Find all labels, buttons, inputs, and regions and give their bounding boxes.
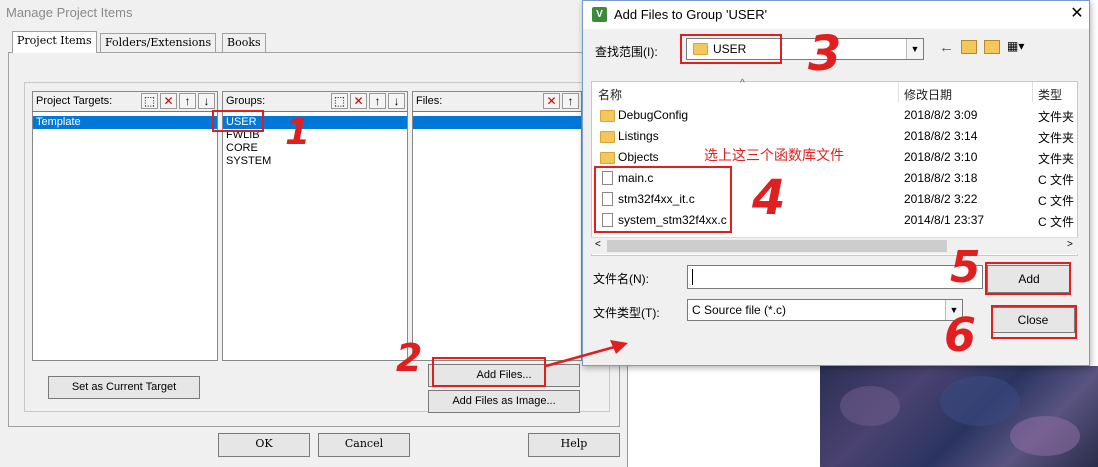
annotation-box-add (985, 262, 1071, 295)
ok-button[interactable]: OK (218, 433, 310, 457)
annotation-step-6: 6 (944, 308, 977, 362)
list-item[interactable] (413, 116, 581, 129)
cancel-button[interactable]: Cancel (318, 433, 410, 457)
file-date: 2018/8/2 3:18 (904, 171, 978, 185)
new-folder-icon[interactable] (984, 40, 1000, 54)
new-target-icon[interactable]: ⬚ (141, 93, 158, 109)
annotation-step-4: 4 (752, 170, 786, 226)
annotation-step-5: 5 (950, 242, 981, 293)
tab-project-items[interactable]: Project Items (12, 31, 97, 53)
list-item[interactable]: CORE (223, 142, 407, 155)
chevron-down-icon[interactable]: ▼ (906, 39, 923, 59)
move-down-icon[interactable]: ↓ (198, 93, 215, 109)
annotation-step-2: 2 (396, 336, 423, 380)
filename-label: 文件名(N): (593, 272, 649, 286)
file-type: 文件夹 (1038, 152, 1075, 166)
scrollbar-thumb[interactable] (607, 240, 947, 252)
project-targets-label: Project Targets: (36, 95, 113, 107)
list-item[interactable]: Template (33, 116, 217, 129)
file-type: 文件夹 (1038, 131, 1075, 145)
file-row[interactable]: DebugConfig 2018/8/2 3:09 文件夹 (592, 105, 1077, 126)
delete-group-icon[interactable]: ✕ (350, 93, 367, 109)
file-name: DebugConfig (618, 108, 689, 122)
file-type: C 文件 (1038, 173, 1075, 187)
filetype-label: 文件类型(T): (593, 306, 660, 320)
annotation-step-3: 3 (808, 26, 842, 82)
up-folder-icon[interactable] (961, 40, 977, 54)
folder-icon (600, 152, 615, 164)
move-down-icon[interactable]: ↓ (388, 93, 405, 109)
groups-header: Groups: ⬚ ✕ ↑ ↓ (222, 91, 408, 111)
back-icon[interactable]: ← (939, 39, 954, 56)
filetype-value: C Source file (*.c) (692, 303, 787, 317)
annotation-box-add-files (432, 357, 546, 387)
dialog-title: Add Files to Group 'USER' (614, 7, 768, 22)
delete-target-icon[interactable]: ✕ (160, 93, 177, 109)
delete-file-icon[interactable]: ✕ (543, 93, 560, 109)
look-in-label: 查找范围(I): (595, 45, 658, 59)
help-button[interactable]: Help (528, 433, 620, 457)
annotation-box-c-files (594, 166, 732, 233)
folder-icon (600, 110, 615, 122)
tab-folders-extensions[interactable]: Folders/Extensions (100, 33, 217, 53)
annotation-step-1: 1 (285, 112, 311, 153)
project-targets-list[interactable]: Template (32, 111, 218, 361)
file-type: C 文件 (1038, 215, 1075, 229)
file-date: 2018/8/2 3:22 (904, 192, 978, 206)
groups-label: Groups: (226, 95, 266, 107)
file-name: Listings (618, 129, 659, 143)
file-date: 2014/8/1 23:37 (904, 213, 985, 227)
file-date: 2018/8/2 3:09 (904, 108, 978, 122)
file-name: Objects (618, 150, 659, 164)
annotation-note: 选上这三个函数库文件 (704, 147, 844, 163)
set-current-target-button[interactable]: Set as Current Target (48, 376, 200, 399)
files-list[interactable] (412, 111, 582, 361)
files-label: Files: (416, 95, 443, 107)
add-files-as-image-button[interactable]: Add Files as Image... (428, 390, 580, 413)
project-targets-header: Project Targets: ⬚ ✕ ↑ ↓ (32, 91, 218, 111)
file-type: C 文件 (1038, 194, 1075, 208)
move-up-icon[interactable]: ↑ (179, 93, 196, 109)
annotation-arrow-icon (545, 340, 628, 368)
annotation-box-user-folder (680, 34, 782, 64)
column-modified[interactable]: 修改日期 (904, 86, 952, 103)
file-date: 2018/8/2 3:14 (904, 129, 978, 143)
scroll-left-icon[interactable]: < (595, 239, 601, 250)
column-type[interactable]: 类型 (1038, 86, 1062, 103)
move-up-icon[interactable]: ↑ (369, 93, 386, 109)
app-icon: V (592, 7, 607, 22)
move-up-icon[interactable]: ↑ (562, 93, 579, 109)
list-item[interactable]: SYSTEM (223, 155, 407, 168)
file-row[interactable]: Listings 2018/8/2 3:14 文件夹 (592, 126, 1077, 147)
annotation-box-close (991, 305, 1077, 339)
filename-input[interactable] (687, 265, 983, 289)
file-date: 2018/8/2 3:10 (904, 150, 978, 164)
sort-up-icon: ^ (740, 78, 745, 89)
close-icon[interactable]: ✕ (1067, 4, 1087, 24)
filetype-select[interactable]: C Source file (*.c) ▼ (687, 299, 963, 321)
scroll-right-icon[interactable]: > (1067, 239, 1073, 250)
folder-icon (600, 131, 615, 143)
new-group-icon[interactable]: ⬚ (331, 93, 348, 109)
dialog-title: Manage Project Items (6, 5, 133, 20)
annotation-box-user-group (212, 110, 264, 132)
column-name[interactable]: 名称 (598, 86, 622, 103)
view-menu-icon[interactable]: ▦▾ (1007, 39, 1024, 53)
background-image (820, 366, 1098, 467)
files-header: Files: ✕ ↑ (412, 91, 582, 111)
file-type: 文件夹 (1038, 110, 1075, 124)
tab-books[interactable]: Books (222, 33, 266, 53)
groups-list[interactable]: USER FWLIB CORE SYSTEM (222, 111, 408, 361)
